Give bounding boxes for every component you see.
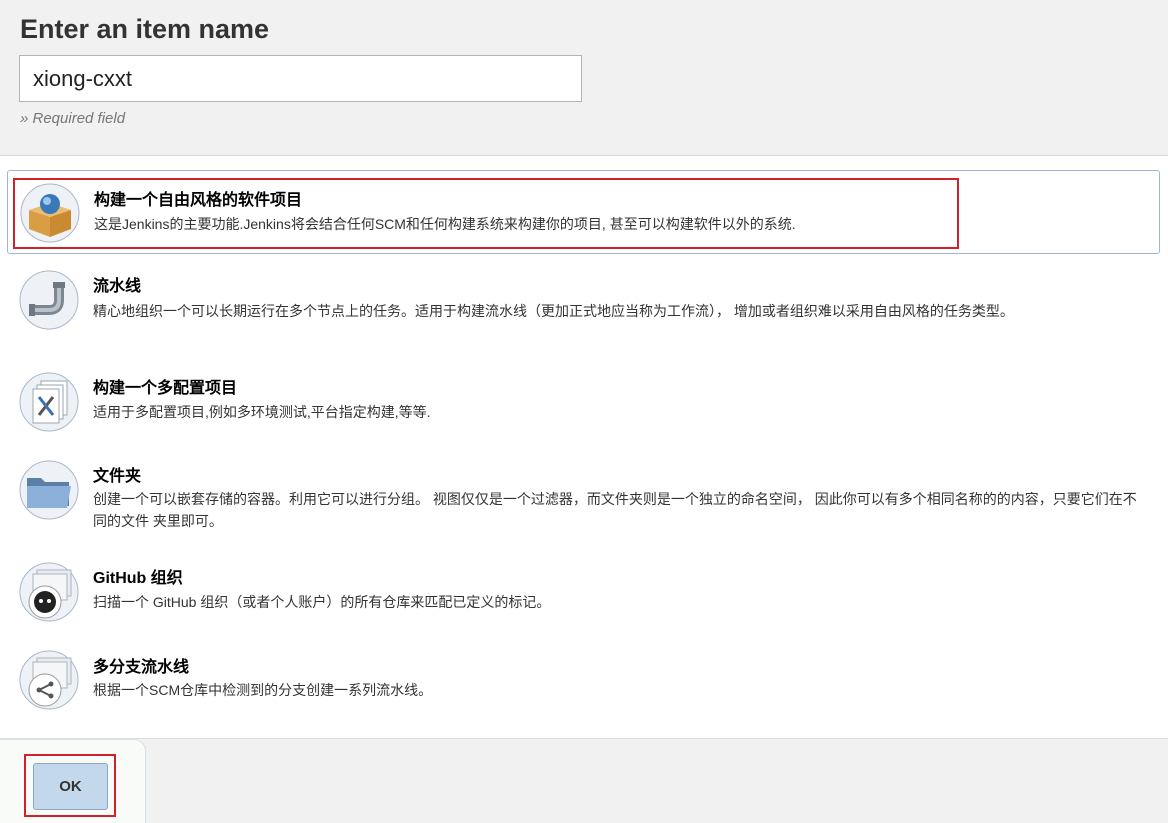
- item-type-pipeline[interactable]: 流水线 精心地组织一个可以长期运行在多个节点上的任务。适用于构建流水线（更加正式…: [7, 260, 1160, 360]
- item-description: 这是Jenkins的主要功能.Jenkins将会结合任何SCM和任何构建系统来构…: [94, 216, 796, 232]
- multibranch-icon: [19, 650, 79, 710]
- item-title: 流水线: [93, 278, 142, 295]
- freestyle-box-icon: [20, 183, 80, 243]
- required-field-hint: » Required field: [20, 110, 126, 127]
- item-type-multibranch[interactable]: 多分支流水线 根据一个SCM仓库中检测到的分支创建一系列流水线。: [7, 642, 1160, 722]
- item-title: GitHub 组织: [93, 570, 183, 587]
- item-description: 扫描一个 GitHub 组织（或者个人账户）的所有仓库来匹配已定义的标记。: [93, 594, 551, 610]
- item-title: 构建一个多配置项目: [93, 380, 238, 397]
- pipe-icon: [19, 270, 79, 330]
- item-name-input[interactable]: [19, 55, 582, 102]
- page-title: Enter an item name: [20, 14, 270, 44]
- github-org-icon: [19, 562, 79, 622]
- item-type-multi-config[interactable]: 构建一个多配置项目 适用于多配置项目,例如多环境测试,平台指定构建,等等.: [7, 362, 1160, 448]
- item-title: 文件夹: [93, 468, 142, 485]
- ok-button[interactable]: OK: [33, 763, 108, 810]
- footer-bar: OK: [0, 738, 1168, 823]
- item-type-freestyle[interactable]: 构建一个自由风格的软件项目 这是Jenkins的主要功能.Jenkins将会结合…: [7, 170, 1160, 254]
- item-type-folder[interactable]: 文件夹 创建一个可以嵌套存储的容器。利用它可以进行分组。 视图仅仅是一个过滤器，…: [7, 452, 1160, 542]
- item-description: 精心地组织一个可以长期运行在多个节点上的任务。适用于构建流水线（更加正式地应当称…: [93, 303, 1014, 319]
- item-type-list: 构建一个自由风格的软件项目 这是Jenkins的主要功能.Jenkins将会结合…: [0, 156, 1168, 738]
- item-title: 多分支流水线: [93, 659, 190, 676]
- item-description: 创建一个可以嵌套存储的容器。利用它可以进行分组。 视图仅仅是一个过滤器，而文件夹…: [93, 491, 1137, 529]
- item-description: 根据一个SCM仓库中检测到的分支创建一系列流水线。: [93, 682, 433, 698]
- header: Enter an item name » Required field: [0, 0, 1168, 156]
- item-title: 构建一个自由风格的软件项目: [94, 192, 303, 209]
- item-type-github-org[interactable]: GitHub 组织 扫描一个 GitHub 组织（或者个人账户）的所有仓库来匹配…: [7, 552, 1160, 632]
- item-description: 适用于多配置项目,例如多环境测试,平台指定构建,等等.: [93, 404, 431, 420]
- folder-icon: [19, 460, 79, 520]
- multi-config-icon: [19, 372, 79, 432]
